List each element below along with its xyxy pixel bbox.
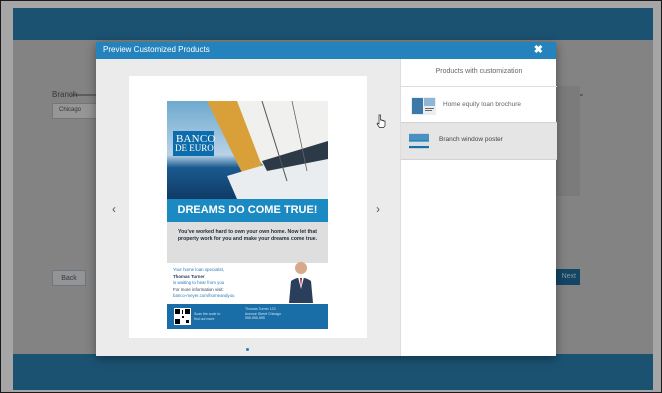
modal-header: Preview Customized Products ✖: [96, 42, 556, 59]
carousel-dot[interactable]: [246, 348, 249, 351]
contact-url: banco-meyer.com/homeandyou: [173, 293, 235, 298]
poster: BANCO DE EURO DREAMS DO COME TRUE! You'v…: [167, 101, 328, 329]
close-icon[interactable]: ✖: [534, 43, 543, 56]
poster-thumbnail: [409, 133, 429, 149]
hand-pointer-icon: [376, 114, 386, 128]
brochure-thumbnail: [411, 97, 436, 115]
footer-text: Thomas Turner 123 Avenue Street Chicago …: [245, 307, 281, 320]
footer-text: Scan the code to find out more: [194, 312, 221, 321]
product-list-panel: Products with customization Home equity …: [400, 59, 557, 356]
poster-card: BANCO DE EURO DREAMS DO COME TRUE! You'v…: [129, 76, 367, 338]
agent-photo: [289, 262, 313, 303]
product-list-title: Products with customization: [435, 68, 523, 75]
qr-code-icon: [174, 308, 191, 325]
poster-footer: Scan the code to find out more Thomas Tu…: [167, 304, 328, 329]
product-item-label: Branch window poster: [439, 136, 503, 143]
product-item-brochure[interactable]: Home equity loan brochure: [401, 88, 557, 124]
chevron-right-icon[interactable]: ›: [376, 202, 380, 216]
preview-modal: Preview Customized Products ✖ ‹ BANCO DE…: [96, 42, 557, 356]
divider: [401, 86, 557, 87]
product-preview: ‹ BANCO DE EURO DREAMS DO COME TRUE! You…: [96, 59, 400, 356]
poster-headline: DREAMS DO COME TRUE!: [167, 199, 328, 222]
product-item-poster[interactable]: Branch window poster: [401, 122, 557, 160]
poster-contact: Your home loan specialist, Thomas Turner…: [173, 267, 235, 300]
brand-subtitle: DE EURO: [175, 143, 214, 153]
chevron-left-icon[interactable]: ‹: [112, 202, 116, 216]
poster-message: You've worked hard to own your own home.…: [177, 229, 318, 242]
poster-message-band: You've worked hard to own your own home.…: [167, 222, 328, 263]
sailboat-photo: BANCO DE EURO: [167, 101, 328, 199]
product-item-label: Home equity loan brochure: [443, 101, 522, 108]
modal-title: Preview Customized Products: [103, 45, 210, 54]
